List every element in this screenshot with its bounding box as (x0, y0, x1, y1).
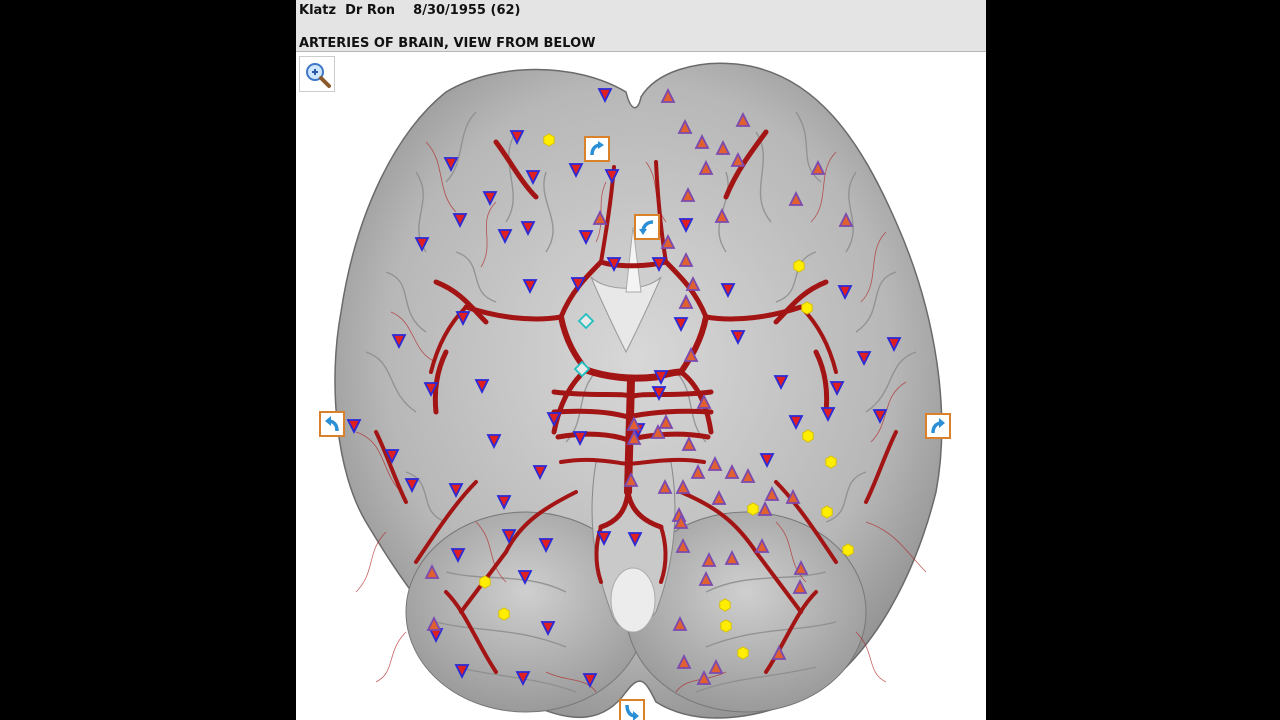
hexagon-marker[interactable] (737, 646, 749, 660)
zoom-button[interactable] (299, 56, 335, 92)
hexagon-marker[interactable] (821, 505, 833, 519)
medulla (610, 567, 656, 633)
curved-arrow-icon (639, 220, 654, 235)
curved-arrow-icon (625, 704, 639, 720)
hexagon-marker[interactable] (747, 502, 759, 516)
nav-arrow-top[interactable] (584, 136, 610, 162)
hexagon-marker[interactable] (720, 619, 732, 633)
patient-info: Klatz Dr Ron 8/30/1955 (62) (299, 3, 521, 18)
hexagon-marker[interactable] (719, 598, 731, 612)
header-bar: Klatz Dr Ron 8/30/1955 (62) ARTERIES OF … (296, 0, 986, 52)
hexagon-marker[interactable] (543, 133, 555, 147)
nav-arrow-left[interactable] (319, 411, 345, 437)
image-title: ARTERIES OF BRAIN, VIEW FROM BELOW (299, 36, 596, 51)
curved-arrow-icon (931, 418, 945, 434)
hexagon-marker[interactable] (842, 543, 854, 557)
hexagon-marker[interactable] (801, 301, 813, 315)
magnifier-zoom-icon (306, 63, 331, 88)
image-viewport (296, 52, 986, 720)
nav-arrow-upper-middle[interactable] (634, 214, 660, 240)
hexagon-marker[interactable] (793, 259, 805, 273)
hexagon-marker[interactable] (479, 575, 491, 589)
hexagon-marker[interactable] (825, 455, 837, 469)
nav-arrow-bottom[interactable] (619, 699, 645, 720)
curved-arrow-icon (590, 141, 604, 156)
hexagon-marker[interactable] (498, 607, 510, 621)
viewer-window: Klatz Dr Ron 8/30/1955 (62) ARTERIES OF … (296, 0, 986, 720)
curved-arrow-icon (325, 416, 339, 432)
small-vessel (375, 631, 407, 683)
hexagon-marker[interactable] (802, 429, 814, 443)
nav-arrow-right[interactable] (925, 413, 951, 439)
brain-illustration (334, 62, 943, 719)
